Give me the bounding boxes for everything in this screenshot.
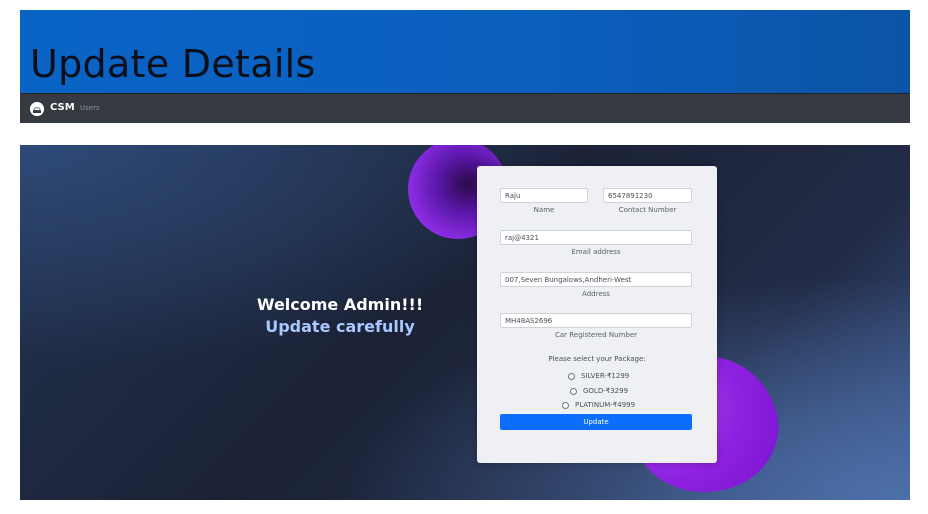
package-option-platinum[interactable]: PLATINUM-₹4999	[562, 401, 635, 409]
package-option-gold[interactable]: GOLD-₹3299	[570, 387, 628, 395]
radio-circle-icon[interactable]	[562, 401, 569, 409]
update-form-card: Raju Name 6547891230 Contact Number raj@…	[477, 166, 717, 463]
name-input[interactable]: Raju	[500, 188, 588, 203]
package-option-silver[interactable]: SILVER-₹1299	[568, 372, 629, 380]
contact-number-input[interactable]: 6547891230	[603, 188, 692, 203]
nav-link-users[interactable]: Users	[80, 104, 100, 112]
address-label: Address	[582, 290, 610, 298]
name-label: Name	[533, 206, 555, 214]
update-button[interactable]: Update	[500, 414, 692, 430]
slide-title: Update Details	[30, 42, 316, 86]
brand-name[interactable]: CSM	[50, 102, 75, 113]
email-input[interactable]: raj@4321	[500, 230, 692, 245]
address-input[interactable]: 007,Seven Bungalows,Andheri-West	[500, 272, 692, 287]
welcome-heading: Welcome Admin!!!	[256, 295, 424, 314]
package-label: GOLD-₹3299	[583, 387, 629, 395]
car-registered-number-label: Car Registered Number	[554, 331, 638, 339]
car-logo-icon[interactable]	[30, 102, 44, 116]
navbar: CSM Users	[20, 93, 910, 123]
radio-circle-icon[interactable]	[568, 372, 575, 380]
package-prompt: Please select your Package:	[548, 355, 646, 363]
contact-number-label: Contact Number	[618, 206, 677, 214]
spacer-strip	[20, 124, 910, 146]
radio-circle-icon[interactable]	[570, 387, 577, 395]
package-label: SILVER-₹1299	[581, 372, 630, 380]
slide-title-band: Update Details	[20, 10, 910, 93]
package-label: PLATINUM-₹4999	[575, 401, 636, 409]
hero-section: Welcome Admin!!! Update carefully Raju N…	[20, 145, 910, 500]
car-registered-number-input[interactable]: MH48AS2696	[500, 313, 692, 328]
welcome-subheading: Update carefully	[265, 317, 415, 336]
email-label: Email address	[571, 248, 621, 256]
